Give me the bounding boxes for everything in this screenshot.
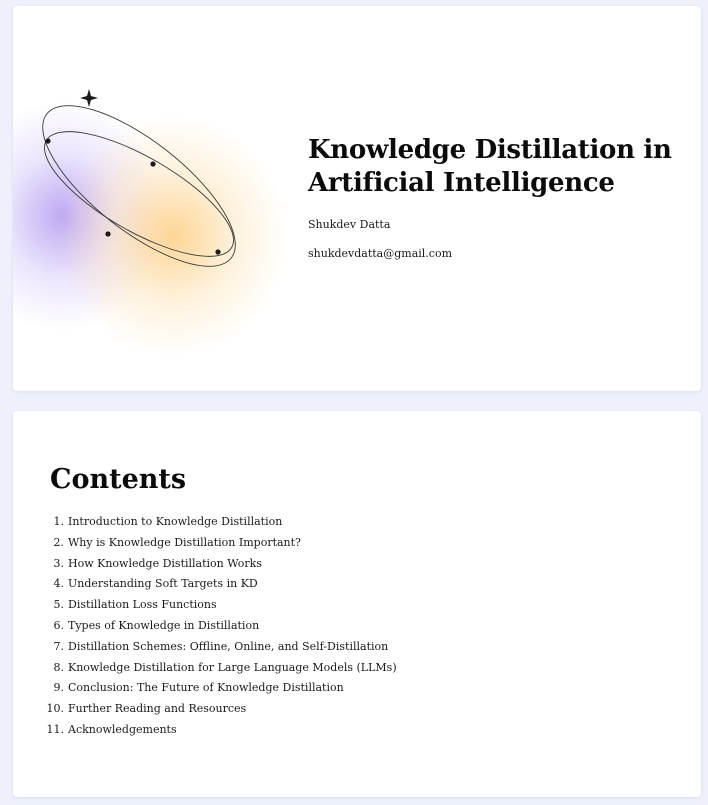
toc-item: 10. Further Reading and Resources (37, 699, 397, 720)
contents-slide: Contents 1. Introduction to Knowledge Dis… (13, 411, 701, 797)
toc-item-label: Knowledge Distillation for Large Languag… (68, 660, 397, 674)
toc-item-number: 5. (53, 598, 65, 612)
table-of-contents: 1. Introduction to Knowledge Distillation… (37, 512, 397, 741)
toc-item-label: Introduction to Knowledge Distillation (68, 515, 283, 528)
orbit-dot (215, 249, 221, 255)
author-name: Shukdev Datta (308, 218, 391, 231)
toc-item: 5. Distillation Loss Functions (37, 595, 397, 616)
toc-item: 3. How Knowledge Distillation Works (37, 554, 397, 575)
toc-item-label: Distillation Loss Functions (68, 598, 217, 612)
sparkle-star-icon (80, 89, 98, 107)
toc-item-number: 3. (53, 556, 65, 570)
toc-item-label: Understanding Soft Targets in KD (68, 577, 258, 591)
toc-item-number: 4. (53, 577, 65, 591)
orbit-dot (105, 231, 111, 237)
toc-item-label: Acknowledgements (68, 722, 177, 736)
toc-item-label: How Knowledge Distillation Works (68, 556, 262, 570)
toc-item-number: 8. (53, 660, 65, 674)
orbit-ring-outer (42, 105, 236, 267)
toc-item-number: 11. (46, 722, 65, 736)
toc-item: 2. Why is Knowledge Distillation Importan… (37, 533, 397, 554)
toc-item-label: Types of Knowledge in Distillation (68, 618, 260, 632)
toc-item: 6. Types of Knowledge in Distillation (37, 616, 397, 637)
toc-item: 8. Knowledge Distillation for Large Langu… (37, 658, 397, 679)
toc-item-number: 7. (53, 639, 65, 653)
toc-item-number: 10. (46, 702, 65, 716)
orbit-rings-icon (42, 89, 236, 267)
toc-item-number: 1. (53, 515, 65, 528)
toc-item-label: Distillation Schemes: Offline, Online, a… (68, 639, 389, 653)
toc-item: 9. Conclusion: The Future of Knowledge Di… (37, 678, 397, 699)
toc-item: 1. Introduction to Knowledge Distillation (37, 512, 397, 533)
toc-item-number: 6. (53, 618, 65, 632)
author-email: shukdevdatta@gmail.com (308, 247, 453, 260)
orbit-dot (150, 161, 156, 167)
toc-item: 4. Understanding Soft Targets in KD (37, 574, 397, 595)
toc-item-number: 9. (53, 681, 65, 695)
contents-heading: Contents (50, 464, 187, 495)
toc-item: 7. Distillation Schemes: Offline, Online,… (37, 637, 397, 658)
orbit-dot (45, 138, 51, 144)
presentation-title: Knowledge Distillation in Artificial Int… (308, 135, 672, 198)
toc-item-label: Conclusion: The Future of Knowledge Dist… (68, 681, 344, 695)
toc-item-label: Further Reading and Resources (68, 702, 247, 716)
toc-item-label: Why is Knowledge Distillation Important? (68, 535, 301, 549)
title-slide: Knowledge Distillation in Artificial Int… (13, 6, 701, 391)
toc-item: 11. Acknowledgements (37, 720, 397, 741)
toc-item-number: 2. (53, 535, 65, 549)
